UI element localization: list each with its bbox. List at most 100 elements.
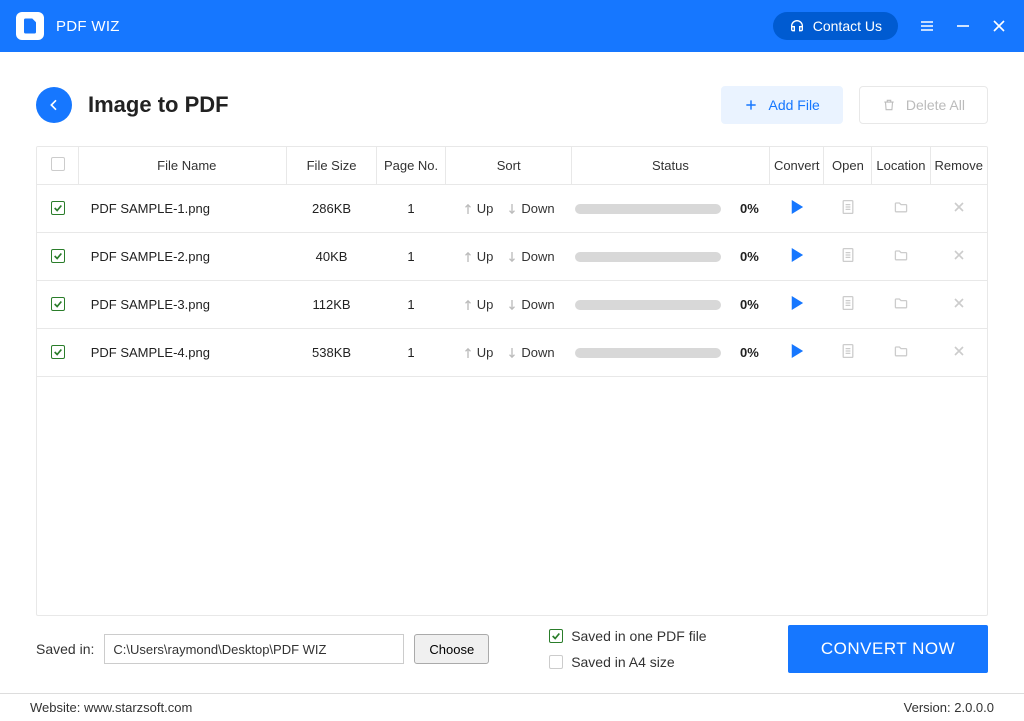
sort-down-button[interactable]: Down bbox=[507, 249, 554, 264]
filename-cell: PDF SAMPLE-2.png bbox=[79, 233, 287, 281]
one-pdf-label: Saved in one PDF file bbox=[571, 628, 706, 644]
app-title: PDF WIZ bbox=[56, 18, 120, 35]
convert-button[interactable] bbox=[773, 343, 820, 359]
sort-down-button[interactable]: Down bbox=[507, 345, 554, 360]
open-button[interactable] bbox=[828, 343, 868, 359]
arrow-down-icon bbox=[507, 347, 517, 359]
sort-down-label: Down bbox=[521, 345, 554, 360]
arrow-up-icon bbox=[463, 251, 473, 263]
check-icon bbox=[53, 203, 63, 213]
header-sort: Sort bbox=[446, 147, 572, 185]
website-label: Website: www.starzsoft.com bbox=[30, 700, 192, 715]
sort-down-label: Down bbox=[521, 297, 554, 312]
close-window-button[interactable] bbox=[990, 17, 1008, 35]
check-icon bbox=[53, 299, 63, 309]
back-button[interactable] bbox=[36, 87, 72, 123]
header-open: Open bbox=[824, 147, 872, 185]
row-checkbox[interactable] bbox=[51, 249, 65, 263]
filesize-cell: 40KB bbox=[287, 233, 376, 281]
convert-button[interactable] bbox=[773, 199, 820, 215]
add-file-label: Add File bbox=[768, 97, 819, 113]
remove-button[interactable] bbox=[934, 343, 983, 359]
page-cell: 1 bbox=[376, 329, 446, 377]
document-icon bbox=[840, 343, 856, 359]
page-header: Image to PDF Add File Delete All bbox=[36, 86, 988, 124]
progress-percent: 0% bbox=[733, 345, 765, 360]
progress-bar bbox=[575, 348, 721, 358]
folder-icon bbox=[893, 343, 909, 359]
add-file-button[interactable]: Add File bbox=[721, 86, 842, 124]
sort-down-button[interactable]: Down bbox=[507, 201, 554, 216]
folder-icon bbox=[893, 295, 909, 311]
saved-in-label: Saved in: bbox=[36, 641, 94, 657]
document-icon bbox=[840, 295, 856, 311]
check-icon bbox=[53, 347, 63, 357]
check-icon bbox=[551, 631, 561, 641]
filesize-cell: 112KB bbox=[287, 281, 376, 329]
menu-button[interactable] bbox=[918, 17, 936, 35]
choose-folder-button[interactable]: Choose bbox=[414, 634, 489, 664]
contact-us-button[interactable]: Contact Us bbox=[773, 12, 898, 40]
play-icon bbox=[790, 199, 804, 215]
play-icon bbox=[790, 295, 804, 311]
filename-cell: PDF SAMPLE-1.png bbox=[79, 185, 287, 233]
sort-down-button[interactable]: Down bbox=[507, 297, 554, 312]
select-all-checkbox[interactable] bbox=[51, 157, 65, 171]
convert-now-button[interactable]: CONVERT NOW bbox=[788, 625, 988, 673]
minimize-button[interactable] bbox=[954, 17, 972, 35]
play-icon bbox=[790, 247, 804, 263]
sort-up-label: Up bbox=[477, 345, 494, 360]
row-checkbox[interactable] bbox=[51, 297, 65, 311]
location-button[interactable] bbox=[876, 295, 926, 311]
progress-bar bbox=[575, 204, 721, 214]
convert-button[interactable] bbox=[773, 247, 820, 263]
table-row: PDF SAMPLE-3.png112KB1UpDown0% bbox=[37, 281, 987, 329]
status-bar: Website: www.starzsoft.com Version: 2.0.… bbox=[0, 693, 1024, 721]
headset-icon bbox=[789, 18, 805, 34]
remove-button[interactable] bbox=[934, 295, 983, 311]
delete-all-button[interactable]: Delete All bbox=[859, 86, 988, 124]
a4-size-checkbox[interactable] bbox=[549, 655, 563, 669]
a4-size-label: Saved in A4 size bbox=[571, 654, 675, 670]
open-button[interactable] bbox=[828, 295, 868, 311]
sort-up-button[interactable]: Up bbox=[463, 297, 494, 312]
filesize-cell: 538KB bbox=[287, 329, 376, 377]
sort-up-button[interactable]: Up bbox=[463, 249, 494, 264]
sort-up-button[interactable]: Up bbox=[463, 345, 494, 360]
location-button[interactable] bbox=[876, 343, 926, 359]
sort-down-label: Down bbox=[521, 249, 554, 264]
header-remove: Remove bbox=[930, 147, 987, 185]
remove-button[interactable] bbox=[934, 247, 983, 263]
sort-up-label: Up bbox=[477, 201, 494, 216]
document-icon bbox=[840, 199, 856, 215]
open-button[interactable] bbox=[828, 199, 868, 215]
save-path-input[interactable] bbox=[104, 634, 404, 664]
header-convert: Convert bbox=[769, 147, 824, 185]
close-icon bbox=[951, 295, 967, 311]
one-pdf-checkbox[interactable] bbox=[549, 629, 563, 643]
header-location: Location bbox=[872, 147, 930, 185]
header-filesize: File Size bbox=[287, 147, 376, 185]
location-button[interactable] bbox=[876, 199, 926, 215]
arrow-down-icon bbox=[507, 203, 517, 215]
row-checkbox[interactable] bbox=[51, 345, 65, 359]
page-cell: 1 bbox=[376, 233, 446, 281]
convert-button[interactable] bbox=[773, 295, 820, 311]
page-cell: 1 bbox=[376, 281, 446, 329]
remove-button[interactable] bbox=[934, 199, 983, 215]
table-row: PDF SAMPLE-4.png538KB1UpDown0% bbox=[37, 329, 987, 377]
table-row: PDF SAMPLE-1.png286KB1UpDown0% bbox=[37, 185, 987, 233]
header-status: Status bbox=[571, 147, 769, 185]
close-icon bbox=[951, 247, 967, 263]
sort-down-label: Down bbox=[521, 201, 554, 216]
location-button[interactable] bbox=[876, 247, 926, 263]
filesize-cell: 286KB bbox=[287, 185, 376, 233]
open-button[interactable] bbox=[828, 247, 868, 263]
file-table: File Name File Size Page No. Sort Status… bbox=[36, 146, 988, 616]
sort-up-button[interactable]: Up bbox=[463, 201, 494, 216]
row-checkbox[interactable] bbox=[51, 201, 65, 215]
options-row: Saved in: Choose Saved in one PDF file S… bbox=[0, 609, 1024, 693]
titlebar: PDF WIZ Contact Us bbox=[0, 0, 1024, 52]
page-cell: 1 bbox=[376, 185, 446, 233]
close-icon bbox=[951, 199, 967, 215]
